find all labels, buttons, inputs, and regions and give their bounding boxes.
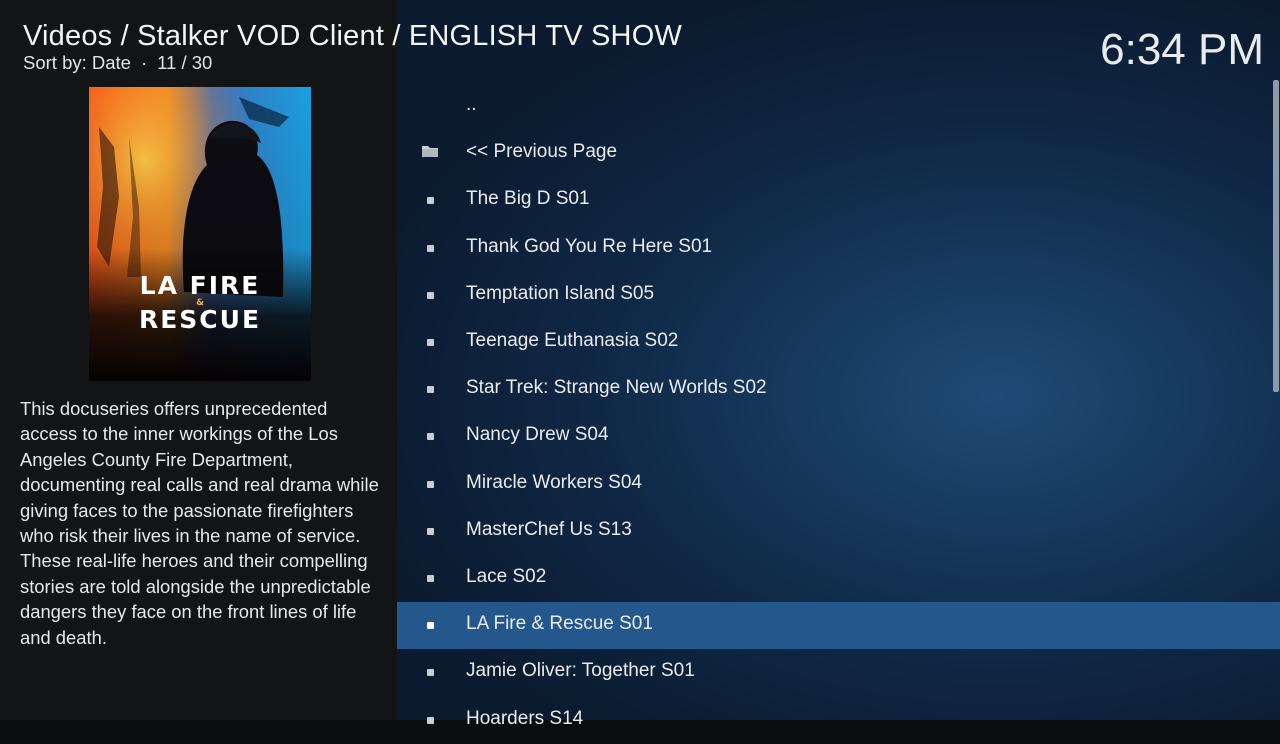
bullet-icon [427, 575, 434, 582]
sort-by-button[interactable]: Sort by: Date [23, 52, 131, 73]
list-item-label: MasterChef Us S13 [466, 518, 632, 540]
sort-info: Sort by: Date · 11 / 30 [23, 52, 212, 74]
scrollbar[interactable] [1273, 80, 1279, 392]
list-item-label: .. [466, 94, 477, 115]
list-item-label: Thank God You Re Here S01 [466, 235, 713, 257]
list-item[interactable]: Star Trek: Strange New Worlds S02 [397, 366, 1280, 413]
bullet-icon [427, 527, 434, 535]
list-item-label: Temptation Island S05 [466, 282, 655, 304]
breadcrumb-title: Videos / Stalker VOD Client / ENGLISH TV… [23, 20, 683, 52]
list-item-label: Lace S02 [466, 566, 547, 587]
clock: 6:34 PM [1100, 25, 1264, 74]
list-item[interactable]: Miracle Workers S04 [397, 461, 1280, 508]
list-item-label: The Big D S01 [466, 188, 590, 210]
bullet-icon [427, 339, 434, 346]
bullet-icon [427, 480, 434, 488]
media-list[interactable]: .. << Previous Page The Big D S01 Thank God… [397, 80, 1280, 729]
list-item[interactable]: Nancy Drew S04 [397, 413, 1280, 460]
list-item[interactable]: Temptation Island S05 [397, 272, 1280, 319]
plot-description: This docuseries offers unprecedented acc… [20, 398, 379, 648]
list-item[interactable]: .. [397, 83, 1280, 130]
list-item-label: Teenage Euthanasia S02 [466, 330, 679, 351]
list-item[interactable]: Lace S02 [397, 555, 1280, 602]
bullet-icon [427, 197, 434, 205]
list-item-label: Miracle Workers S04 [466, 471, 642, 493]
list-item[interactable]: Hoarders S14 [397, 697, 1280, 744]
bullet-icon [427, 716, 434, 724]
list-item-label: Nancy Drew S04 [466, 424, 609, 446]
item-position: 11 / 30 [157, 52, 213, 73]
bullet-icon [427, 386, 434, 394]
bullet-icon [427, 291, 434, 299]
list-item-label: Hoarders S14 [466, 707, 584, 729]
bullet-icon [427, 669, 434, 677]
list-item[interactable]: << Previous Page [397, 130, 1280, 177]
list-item[interactable]: The Big D S01 [397, 177, 1280, 224]
list-item[interactable]: LA Fire & Rescue S01 [397, 602, 1280, 650]
list-item[interactable]: Jamie Oliver: Together S01 [397, 649, 1280, 696]
list-item[interactable]: Teenage Euthanasia S02 [397, 319, 1280, 366]
list-item[interactable]: Thank God You Re Here S01 [397, 225, 1280, 272]
bullet-icon [427, 622, 434, 630]
list-item-label: Star Trek: Strange New Worlds S02 [466, 377, 767, 399]
separator: · [140, 52, 148, 73]
list-item-label: << Previous Page [466, 141, 618, 163]
list-item-label: Jamie Oliver: Together S01 [466, 660, 695, 682]
bullet-icon [427, 244, 434, 252]
poster-image: LA FIRE & RESCUE [89, 87, 311, 381]
bullet-icon [427, 433, 434, 441]
list-item-label: LA Fire & Rescue S01 [466, 613, 653, 635]
poster-title-line2: RESCUE [138, 305, 262, 334]
list-item[interactable]: MasterChef Us S13 [397, 508, 1280, 555]
poster-title-line1: LA FIRE [139, 271, 261, 300]
folder-icon [421, 144, 439, 163]
